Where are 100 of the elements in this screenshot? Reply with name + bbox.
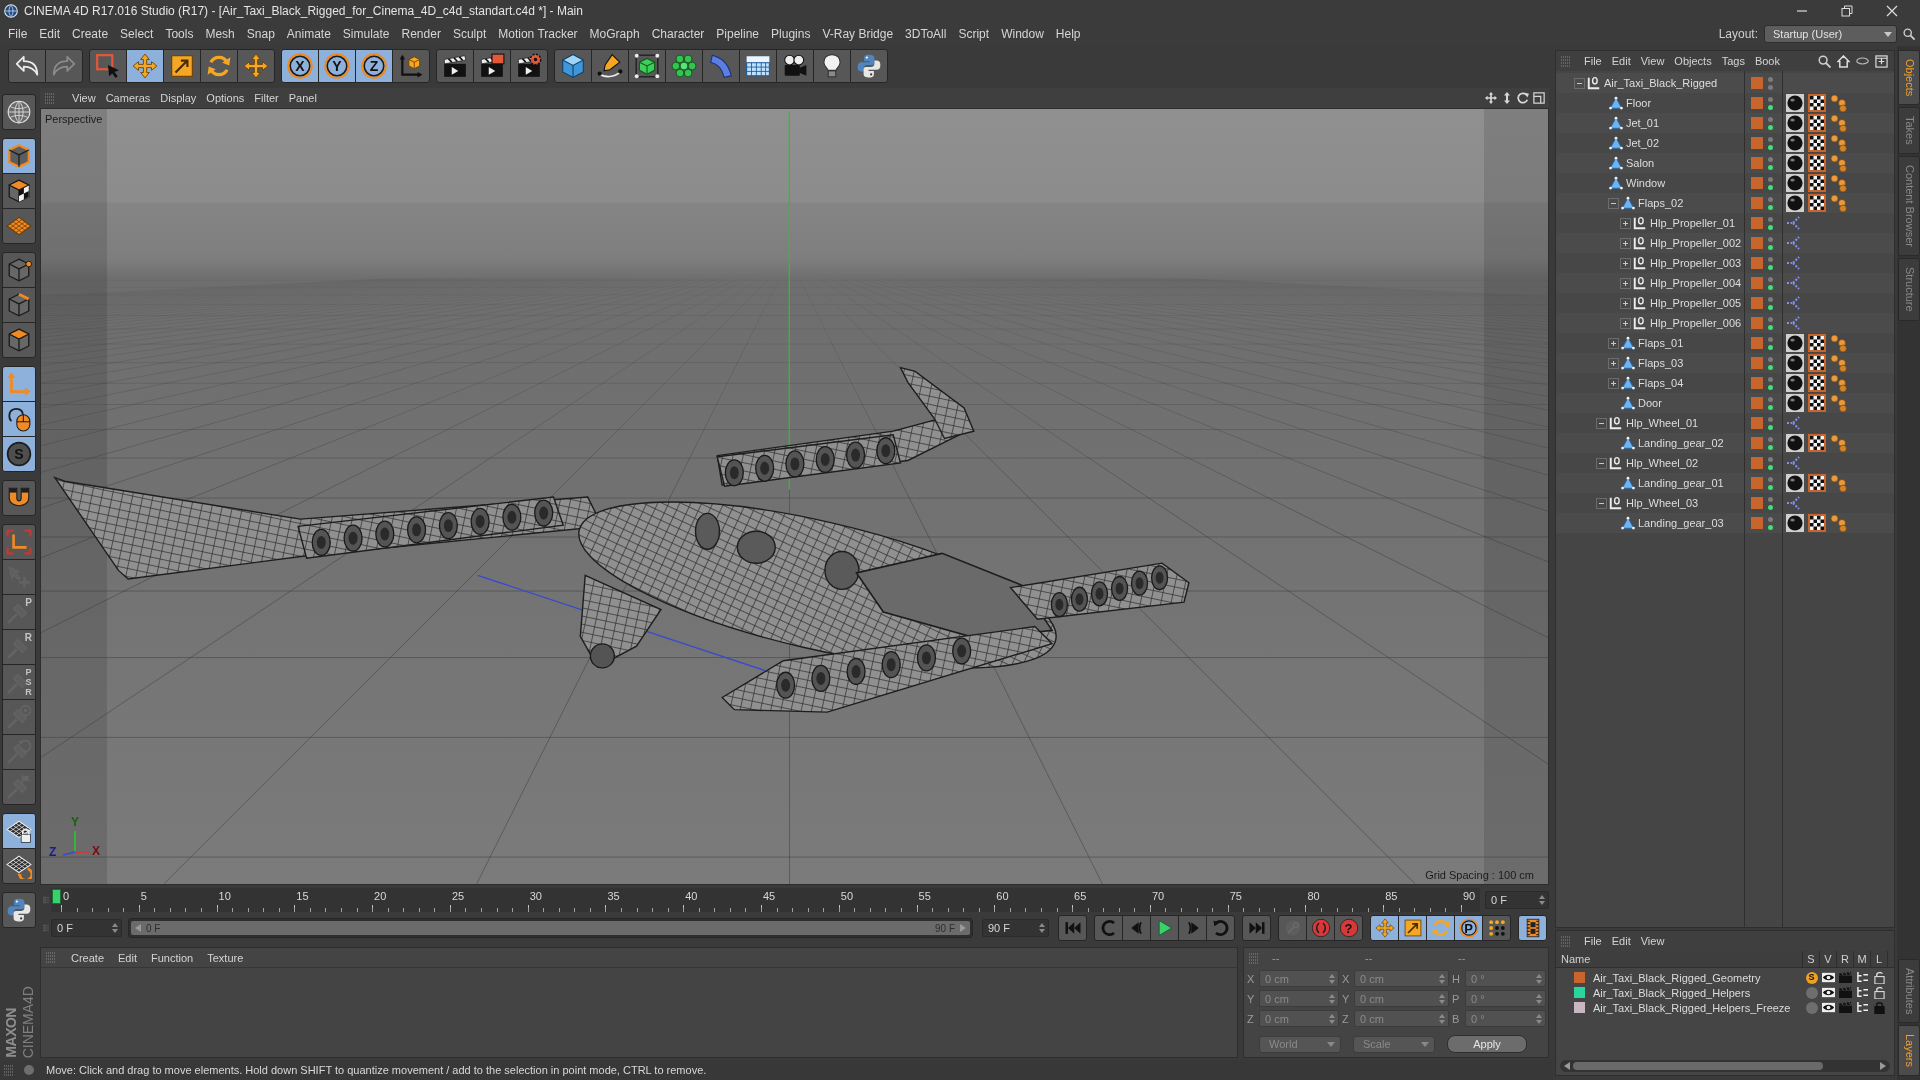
object-row[interactable]: Jet_01 bbox=[1556, 113, 1894, 133]
render-dot-icon[interactable] bbox=[1768, 304, 1773, 310]
menu-item[interactable]: Cameras bbox=[100, 92, 156, 104]
branch-tag-icon[interactable] bbox=[1786, 315, 1800, 331]
expand-plus-icon[interactable] bbox=[1620, 217, 1631, 229]
hierarchy-icon[interactable] bbox=[1856, 972, 1869, 983]
material-sphere-icon[interactable] bbox=[1786, 94, 1804, 112]
dots-tag-icon[interactable] bbox=[1830, 174, 1848, 192]
start-frame-field[interactable]: 0 F bbox=[51, 919, 122, 937]
editor-dot-icon[interactable] bbox=[1768, 436, 1773, 442]
checker-texture-icon[interactable] bbox=[1808, 174, 1826, 192]
solo-toggle[interactable]: S bbox=[1805, 971, 1818, 984]
selection-tool-button[interactable] bbox=[89, 49, 127, 83]
play-button[interactable] bbox=[1150, 915, 1179, 941]
render-dot-icon[interactable] bbox=[1768, 224, 1773, 230]
render-dot-icon[interactable] bbox=[1768, 424, 1773, 430]
menu-item[interactable]: MoGraph bbox=[583, 25, 646, 43]
render-dot-icon[interactable] bbox=[1768, 384, 1773, 390]
house-icon[interactable] bbox=[1837, 54, 1850, 68]
close-icon[interactable] bbox=[1886, 5, 1898, 17]
autokey-button[interactable]: ? bbox=[1334, 915, 1363, 941]
collapse-minus-icon[interactable] bbox=[1574, 77, 1585, 89]
key-position-button[interactable] bbox=[1370, 915, 1399, 941]
render-dot-icon[interactable] bbox=[1768, 484, 1773, 490]
expand-plus-icon[interactable] bbox=[1620, 257, 1631, 269]
lock-workplane-button[interactable] bbox=[2, 813, 36, 849]
move-view-icon[interactable] bbox=[1485, 92, 1497, 104]
rotate-tool-button[interactable] bbox=[200, 49, 238, 83]
object-row[interactable]: Air_Taxi_Black_Rigged bbox=[1556, 73, 1894, 93]
scrollbar-thumb[interactable] bbox=[1573, 1062, 1823, 1070]
end-frame-field[interactable]: 90 F bbox=[982, 919, 1049, 937]
scroll-right-icon[interactable] bbox=[1880, 1062, 1886, 1070]
editor-dot-icon[interactable] bbox=[1768, 356, 1773, 362]
transform-tool-button[interactable] bbox=[237, 49, 275, 83]
menu-item[interactable]: File bbox=[1579, 55, 1607, 67]
menu-item[interactable]: Edit bbox=[33, 25, 67, 43]
render-dot-icon[interactable] bbox=[1768, 284, 1773, 290]
oval-icon[interactable] bbox=[1856, 57, 1869, 65]
menu-item[interactable]: Function bbox=[146, 951, 199, 964]
collapse-minus-icon[interactable] bbox=[1596, 417, 1607, 429]
aircraft-wireframe-drawing[interactable] bbox=[53, 366, 1190, 713]
render-dot-icon[interactable] bbox=[1768, 324, 1773, 330]
render-dot-icon[interactable] bbox=[1768, 464, 1773, 470]
editor-dot-icon[interactable] bbox=[1768, 296, 1773, 302]
column-header[interactable]: Name bbox=[1556, 951, 1803, 967]
dots-tag-icon[interactable] bbox=[1830, 514, 1848, 532]
dots-tag-icon[interactable] bbox=[1830, 394, 1848, 412]
editor-dot-icon[interactable] bbox=[1768, 376, 1773, 382]
menu-item[interactable]: V-Ray Bridge bbox=[816, 25, 900, 43]
go-to-end-button[interactable] bbox=[1242, 915, 1271, 941]
branch-tag-icon[interactable] bbox=[1786, 495, 1800, 511]
menu-item[interactable]: Render bbox=[395, 25, 447, 43]
key-point-button[interactable] bbox=[1482, 915, 1511, 941]
eye-icon[interactable] bbox=[1822, 987, 1835, 998]
make-editable-button[interactable] bbox=[2, 94, 36, 130]
menu-item[interactable]: Character bbox=[645, 25, 711, 43]
menu-item[interactable]: File bbox=[2, 25, 34, 43]
subdivision-button[interactable] bbox=[628, 49, 666, 83]
workplane-rotate-button[interactable] bbox=[2, 848, 36, 884]
dots-tag-icon[interactable] bbox=[1830, 354, 1848, 372]
dots-tag-icon[interactable] bbox=[1830, 154, 1848, 172]
menu-item[interactable]: Book bbox=[1749, 55, 1785, 67]
editor-dot-icon[interactable] bbox=[1768, 396, 1773, 402]
side-tab[interactable]: Objects bbox=[1898, 50, 1920, 106]
expand-plus-icon[interactable] bbox=[1620, 297, 1631, 309]
panel-grip-icon[interactable] bbox=[1561, 935, 1571, 947]
record-button[interactable] bbox=[1306, 915, 1335, 941]
expand-plus-icon[interactable] bbox=[1620, 317, 1631, 329]
menu-item[interactable]: View bbox=[67, 92, 101, 104]
texture-mode-button[interactable] bbox=[2, 173, 36, 209]
menu-item[interactable]: Objects bbox=[1669, 55, 1717, 67]
material-sphere-icon[interactable] bbox=[1786, 354, 1804, 372]
layer-row[interactable]: Air_Taxi_Black_Rigged_Geometry S bbox=[1556, 970, 1894, 985]
axis-lock-button[interactable]: Z bbox=[355, 49, 393, 83]
menu-item[interactable]: Sculpt bbox=[446, 25, 493, 43]
branch-tag-icon[interactable] bbox=[1786, 295, 1800, 311]
cloner-button[interactable] bbox=[665, 49, 703, 83]
material-sphere-icon[interactable] bbox=[1786, 474, 1804, 492]
layer-row[interactable]: Air_Taxi_Black_Rigged_Helpers_Freeze bbox=[1556, 1000, 1894, 1015]
menu-item[interactable]: Simulate bbox=[336, 25, 396, 43]
solo-toggle[interactable] bbox=[1805, 986, 1818, 999]
menu-item[interactable]: Tags bbox=[1716, 55, 1750, 67]
checker-texture-icon[interactable] bbox=[1808, 434, 1826, 452]
editor-dot-icon[interactable] bbox=[1768, 96, 1773, 102]
spinner-arrows-icon[interactable] bbox=[1539, 895, 1545, 905]
timeline-ruler[interactable]: 0 5 10 15 20 25 30 35 40 45 50 55 60 65 70 75 80 85 90 bbox=[51, 888, 1480, 912]
side-tab[interactable]: Layers bbox=[1898, 1024, 1920, 1076]
checker-texture-icon[interactable] bbox=[1808, 474, 1826, 492]
spinner-arrows-icon[interactable] bbox=[1039, 923, 1045, 933]
quantize-button[interactable] bbox=[2, 524, 36, 560]
python-button[interactable] bbox=[850, 49, 888, 83]
render-view-button[interactable] bbox=[436, 49, 474, 83]
material-sphere-icon[interactable] bbox=[1786, 154, 1804, 172]
scale-tool-button[interactable] bbox=[163, 49, 201, 83]
render-dot-icon[interactable] bbox=[1768, 444, 1773, 450]
expand-plus-icon[interactable] bbox=[1608, 377, 1619, 389]
render-dot-icon[interactable] bbox=[1768, 184, 1773, 190]
editor-dot-icon[interactable] bbox=[1768, 516, 1773, 522]
dots-tag-icon[interactable] bbox=[1830, 194, 1848, 212]
checker-texture-icon[interactable] bbox=[1808, 394, 1826, 412]
